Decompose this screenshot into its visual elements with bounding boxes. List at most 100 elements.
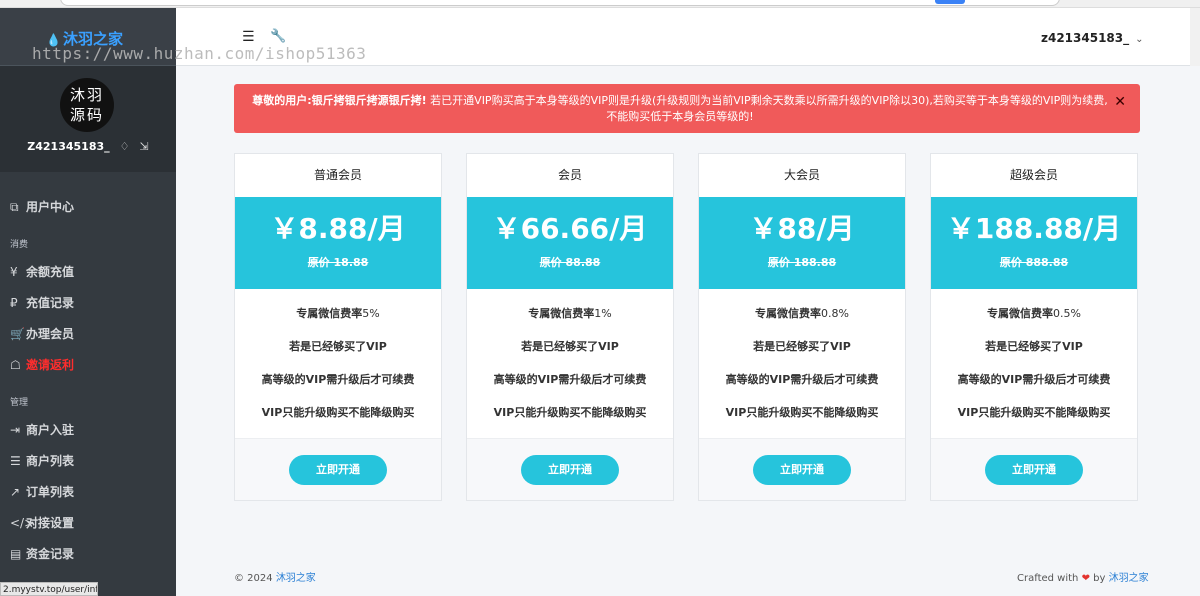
plan-features: 专属微信费率0.8% 若是已经够买了VIP 高等级的VIP需升级后才可续费 VIP只能… xyxy=(699,289,905,439)
alert-text: 若已开通VIP购买高于本身等级的VIP则是升级(升级规则为当前VIP剩余天数乘以… xyxy=(426,94,1108,123)
plan-price: ￥8.88/月 xyxy=(270,212,406,245)
nav-icon: ☖ xyxy=(10,358,21,372)
plan-feature: 高等级的VIP需升级后才可续费 xyxy=(261,373,415,386)
sidebar-item[interactable]: ☰ 商户列表 xyxy=(0,446,176,477)
user-avatar: 沐羽 源码 xyxy=(60,78,114,132)
plan-title: 会员 xyxy=(557,168,582,182)
logo-line-2: 源码 xyxy=(69,106,104,124)
sidebar-item[interactable]: ¥ 余额充值 xyxy=(0,257,176,288)
activate-button[interactable]: 立即开通 xyxy=(289,455,387,485)
plan-rate: 专属微信费率1% xyxy=(467,305,673,338)
close-icon[interactable]: ✕ xyxy=(1114,94,1126,110)
crafted-brand-link[interactable]: 沐羽之家 xyxy=(1109,573,1149,584)
plan-rate: 专属微信费率0.5% xyxy=(931,305,1137,338)
sidebar-item[interactable]: ₽ 充值记录 xyxy=(0,288,176,319)
nav-icon: ₽ xyxy=(10,296,18,310)
sidebar-item-label: 商户入驻 xyxy=(26,423,75,437)
plan-features: 专属微信费率0.5% 若是已经够买了VIP 高等级的VIP需升级后才可续费 VIP只能… xyxy=(931,289,1137,439)
nav-icon: </> xyxy=(10,516,35,530)
crafted-prefix: Crafted with xyxy=(1017,573,1082,584)
plan-rate-value: 5% xyxy=(362,307,380,320)
plan-rate-label: 专属微信费率 xyxy=(755,307,822,320)
activate-button[interactable]: 立即开通 xyxy=(521,455,619,485)
plan-feature: 若是已经够买了VIP xyxy=(289,340,387,353)
wrench-icon[interactable]: 🔧 xyxy=(270,29,286,44)
plan-rate-label: 专属微信费率 xyxy=(528,307,595,320)
plan-feature: VIP只能升级购买不能降级购买 xyxy=(957,406,1111,419)
sidebar-item-label: 办理会员 xyxy=(26,327,75,341)
plan-card: 会员 ￥66.66/月原价 88.88 专属微信费率1% 若是已经够买了VIP 高等级的… xyxy=(466,153,674,501)
plan-rate-value: 1% xyxy=(594,307,612,320)
heart-icon: ❤ xyxy=(1081,573,1090,584)
plan-features: 专属微信费率5% 若是已经够买了VIP 高等级的VIP需升级后才可续费 VIP只能升级… xyxy=(235,289,441,439)
plan-feature: 高等级的VIP需升级后才可续费 xyxy=(957,373,1111,386)
copyright-prefix: © 2024 xyxy=(234,573,276,584)
sidebar-item[interactable]: ↗ 订单列表 xyxy=(0,477,176,508)
watermark-text: https://www.huzhan.com/ishop51363 xyxy=(32,44,367,63)
footer-brand-link[interactable]: 沐羽之家 xyxy=(276,573,316,584)
sidebar-item[interactable]: ☖ 邀请返利 xyxy=(0,350,176,381)
activate-button[interactable]: 立即开通 xyxy=(985,455,1083,485)
activate-button[interactable]: 立即开通 xyxy=(753,455,851,485)
sidebar-item-label: 对接设置 xyxy=(26,516,75,530)
status-bar-url: 2.myystv.top/user/info xyxy=(0,582,98,596)
nav-header: 消费 xyxy=(10,240,29,250)
sidebar-item-label: 资金记录 xyxy=(26,547,75,561)
plan-rate-value: 0.5% xyxy=(1053,307,1081,320)
hamburger-menu-icon[interactable]: ☰ xyxy=(242,29,255,45)
plan-feature: VIP只能升级购买不能降级购买 xyxy=(261,406,415,419)
nav-header: 管理 xyxy=(10,398,29,408)
chevron-down-icon: ⌄ xyxy=(1135,34,1144,45)
plan-features: 专属微信费率1% 若是已经够买了VIP 高等级的VIP需升级后才可续费 VIP只能升级… xyxy=(467,289,673,439)
sidebar-item[interactable]: ⇥ 商户入驻 xyxy=(0,415,176,446)
plan-feature: 若是已经够买了VIP xyxy=(753,340,851,353)
plan-price: ￥66.66/月 xyxy=(492,212,648,245)
address-bar[interactable] xyxy=(60,0,1060,6)
plan-rate: 专属微信费率0.8% xyxy=(699,305,905,338)
plan-feature: VIP只能升级购买不能降级购买 xyxy=(725,406,879,419)
logout-icon[interactable]: ⇲ xyxy=(140,140,149,153)
plan-feature: 若是已经够买了VIP xyxy=(985,340,1083,353)
user-dropdown[interactable]: z421345183_ ⌄ xyxy=(1041,31,1144,45)
plan-card: 普通会员 ￥8.88/月原价 18.88 专属微信费率5% 若是已经够买了VIP 高等级… xyxy=(234,153,442,501)
plan-card: 大会员 ￥88/月 原价 188.88 专属微信费率0.8% 若是已经够买了VIP 高等级… xyxy=(698,153,906,501)
plan-price: ￥188.88/月 xyxy=(946,212,1122,245)
plan-original-price: 原价 188.88 xyxy=(767,256,837,269)
logo-line-1: 沐羽 xyxy=(69,86,104,104)
plan-rate-label: 专属微信费率 xyxy=(987,307,1054,320)
sidebar-item-label: 邀请返利 xyxy=(26,358,75,372)
extension-icon[interactable] xyxy=(935,0,965,4)
sidebar-item[interactable]: 🛒办理会员 xyxy=(0,319,176,350)
scrollbar[interactable] xyxy=(1190,8,1200,66)
sidebar-item-label: 商户列表 xyxy=(26,454,75,468)
sidebar-item-label: 余额充值 xyxy=(26,265,75,279)
sidebar: 💧 沐羽之家 沐羽 源码 Z421345183_ ♢ ⇲ ⧉ 用户中心 消费 ¥ 余额充值 ₽ 充值… xyxy=(0,8,176,596)
plan-card-footer: 立即开通 xyxy=(699,438,905,500)
plan-rate-value: 0.8% xyxy=(821,307,849,320)
plan-original-price: 原价 18.88 xyxy=(307,256,369,269)
user-line: Z421345183_ ♢ ⇲ xyxy=(0,140,176,153)
nav-icon: ⇥ xyxy=(10,423,21,437)
sidebar-item[interactable]: ▤ 资金记录 xyxy=(0,539,176,570)
plan-card-footer: 立即开通 xyxy=(467,438,673,500)
nav-icon: ⧉ xyxy=(10,200,19,214)
topbar-username: z421345183_ xyxy=(1041,31,1130,45)
sidebar-item[interactable]: ⧉ 用户中心 xyxy=(0,192,176,223)
theme-drop-icon[interactable]: ♢ xyxy=(120,140,130,153)
sidebar-nav: ⧉ 用户中心消费 ¥ 余额充值 ₽ 充值记录 🛒办理会员 ☖ 邀请返利管理 ⇥ 商户入驻 ☰ 商户列表 ↗… xyxy=(0,172,176,570)
plan-rate: 专属微信费率5% xyxy=(235,305,441,338)
plan-title: 普通会员 xyxy=(313,168,362,182)
alert-strong: 尊敬的用户:银斤拷银斤拷源银斤拷! xyxy=(252,94,427,107)
alert-banner: 尊敬的用户:银斤拷银斤拷源银斤拷! 若已开通VIP购买高于本身等级的VIP则是升… xyxy=(234,84,1140,133)
sidebar-username: Z421345183_ xyxy=(27,140,110,153)
sidebar-item-label: 用户中心 xyxy=(26,200,75,214)
plan-original-price: 原价 88.88 xyxy=(539,256,601,269)
plan-original-price: 原价 888.88 xyxy=(999,256,1069,269)
plan-title: 大会员 xyxy=(783,168,820,182)
plan-card-footer: 立即开通 xyxy=(931,438,1137,500)
plan-price: ￥88/月 xyxy=(749,212,855,245)
plan-price-box: ￥88/月原价 188.88 xyxy=(699,197,905,289)
plan-card: 超级会员 ￥188.88/月原价 888.88 专属微信费率0.5% 若是已经够买了V… xyxy=(930,153,1138,501)
sidebar-item[interactable]: </>对接设置 xyxy=(0,508,176,539)
plan-title: 超级会员 xyxy=(1009,168,1058,182)
